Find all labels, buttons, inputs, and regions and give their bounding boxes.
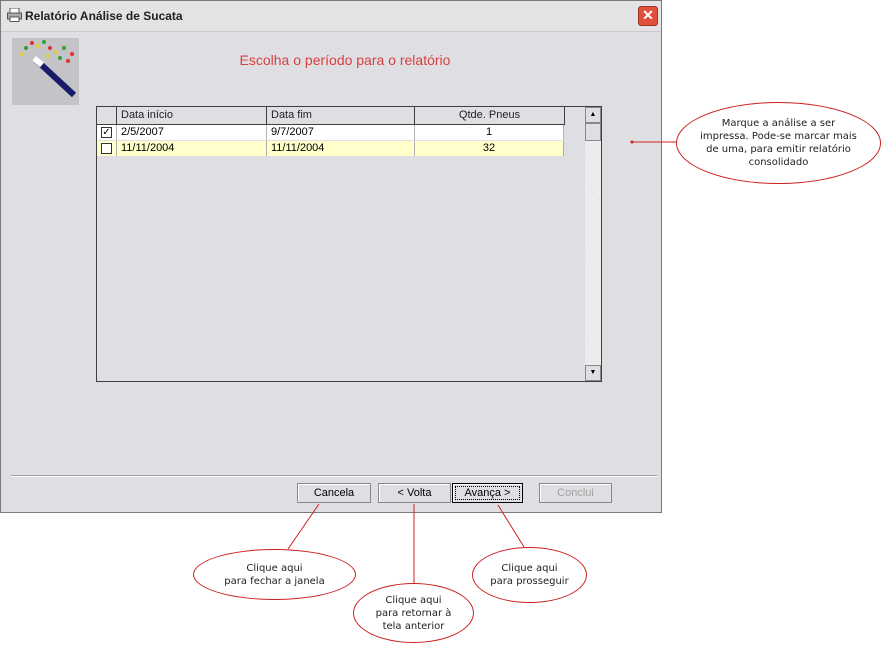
- callout-connectors: [287, 140, 676, 584]
- callout-mark-analysis: Marque a análise a ser impressa. Pode-se…: [676, 102, 881, 184]
- callout-close: Clique aqui para fechar a janela: [193, 549, 356, 600]
- callout-close-text: Clique aqui para fechar a janela: [224, 562, 325, 587]
- connector-mark-tip: [630, 140, 634, 144]
- callout-next-text: Clique aqui para prosseguir: [490, 563, 569, 587]
- callout-back: Clique aqui para retornar à tela anterio…: [353, 583, 474, 643]
- callout-mark-text: Marque a análise a ser impressa. Pode-se…: [700, 118, 857, 168]
- connector-close: [287, 503, 320, 550]
- callout-next: Clique aqui para prosseguir: [472, 547, 587, 603]
- connector-next: [497, 504, 525, 548]
- callout-back-text: Clique aqui para retornar à tela anterio…: [375, 594, 452, 632]
